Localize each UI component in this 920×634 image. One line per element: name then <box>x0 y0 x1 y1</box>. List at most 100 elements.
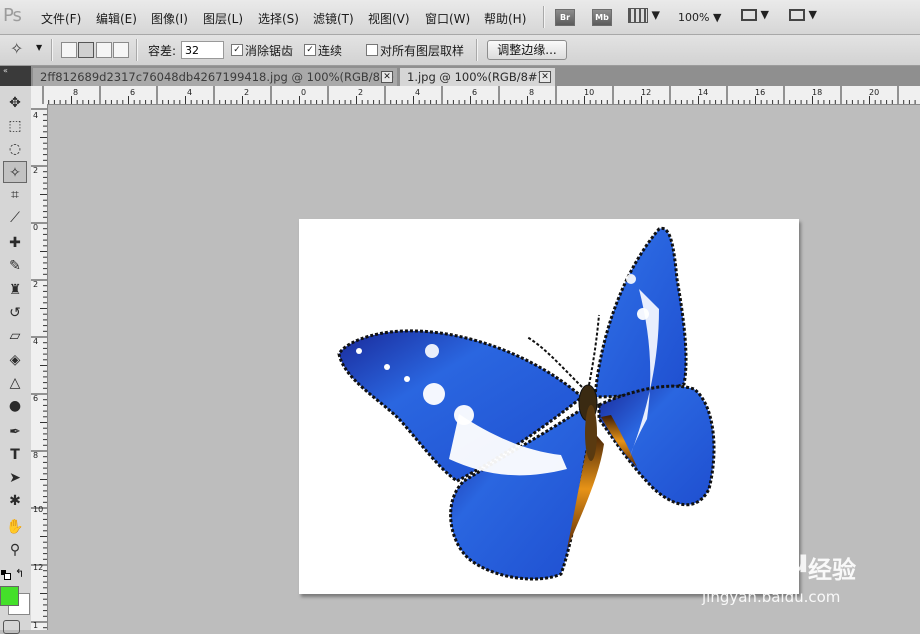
close-icon[interactable]: ✕ <box>539 71 551 83</box>
antialias-checkbox[interactable]: ✓ <box>231 44 243 56</box>
screen-mode-dropdown[interactable]: ▼ <box>789 8 817 21</box>
ruler-label: 8 <box>73 88 79 97</box>
brush-tool-icon[interactable]: ✎ <box>3 255 27 277</box>
ruler-label: 16 <box>755 88 766 97</box>
menu-layer[interactable]: 图层(L) <box>203 10 243 27</box>
menu-edit[interactable]: 编辑(E) <box>96 10 137 27</box>
antialias-label: 消除锯齿 <box>245 44 294 58</box>
ruler-label: 2 <box>33 280 39 289</box>
default-colors-icon[interactable] <box>1 570 11 580</box>
tab-title: 2ff812689d2317c76048db4267199418.jpg @ 1… <box>40 70 395 84</box>
collapse-arrows-icon: « <box>3 66 8 75</box>
clone-stamp-tool-icon[interactable]: ♜ <box>3 279 27 301</box>
sample-all-layers-label: 对所有图层取样 <box>380 44 465 58</box>
ruler-label: 12 <box>33 563 44 572</box>
view-extras-icon <box>628 8 648 23</box>
ruler-label: 0 <box>301 88 307 97</box>
baidu-logo: Bai du <box>700 542 809 580</box>
add-to-selection-mode-button[interactable] <box>78 42 94 58</box>
menu-bar: Ps 文件(F) 编辑(E) 图像(I) 图层(L) 选择(S) 滤镜(T) 视… <box>0 0 920 35</box>
zoom-tool-icon[interactable]: ⚲ <box>3 539 27 561</box>
panel-collapse-strip[interactable]: « <box>0 66 31 86</box>
options-separator <box>476 39 478 61</box>
dodge-tool-icon[interactable]: ● <box>3 395 27 417</box>
menu-filter[interactable]: 滤镜(T) <box>313 10 354 27</box>
tolerance-input[interactable] <box>181 41 224 59</box>
chevron-down-icon: ▼ <box>712 11 722 24</box>
vertical-ruler-ticks <box>31 108 47 629</box>
ruler-label: 4 <box>415 88 421 97</box>
tab-document-2[interactable]: 1.jpg @ 100%(RGB/8#) ✕ <box>400 68 555 86</box>
menu-file[interactable]: 文件(F) <box>41 10 81 27</box>
wing-spot <box>637 308 649 320</box>
menu-view[interactable]: 视图(V) <box>368 10 410 27</box>
document-tab-bar: « 2ff812689d2317c76048db4267199418.jpg @… <box>0 66 920 86</box>
type-tool-icon[interactable]: T <box>3 444 27 466</box>
contiguous-checkbox[interactable]: ✓ <box>304 44 316 56</box>
tab-document-1[interactable]: 2ff812689d2317c76048db4267199418.jpg @ 1… <box>33 68 397 86</box>
menu-select[interactable]: 选择(S) <box>258 10 299 27</box>
ruler-label: 8 <box>33 451 39 460</box>
eyedropper-tool-icon[interactable]: ⟋ <box>3 207 27 229</box>
history-brush-tool-icon[interactable]: ↺ <box>3 302 27 324</box>
ruler-label: 4 <box>33 111 39 120</box>
ruler-label: 6 <box>472 88 478 97</box>
menu-help[interactable]: 帮助(H) <box>484 10 526 27</box>
pen-tool-icon[interactable]: ✒ <box>3 421 27 443</box>
lasso-tool-icon[interactable]: ◌ <box>3 138 27 160</box>
photoshop-logo: Ps <box>3 5 22 26</box>
close-icon[interactable]: ✕ <box>381 71 393 83</box>
sample-all-layers-checkbox[interactable] <box>366 44 378 56</box>
crop-tool-icon[interactable]: ⌗ <box>3 184 27 206</box>
custom-shape-tool-icon[interactable]: ✱ <box>3 490 27 512</box>
intersect-selection-mode-button[interactable] <box>113 42 129 58</box>
ruler-label: 10 <box>33 505 44 514</box>
ruler-label: 6 <box>130 88 136 97</box>
screen-mode-icon <box>789 9 805 21</box>
chevron-down-icon[interactable]: ▼ <box>36 43 42 52</box>
watermark-url: jingyan.baidu.com <box>702 588 841 606</box>
eraser-tool-icon[interactable]: ▱ <box>3 325 27 347</box>
arrange-documents-dropdown[interactable]: ▼ <box>741 8 769 21</box>
move-tool-icon[interactable]: ✥ <box>3 92 27 114</box>
ruler-label: 10 <box>584 88 595 97</box>
toolbox: ✥ ⬚ ◌ ✧ ⌗ ⟋ ✚ ✎ ♜ ↺ ▱ ◈ △ ● ✒ T ➤ ✱ ✋ ⚲ … <box>0 86 32 634</box>
ruler-label: 4 <box>187 88 193 97</box>
horizontal-ruler: 8 6 4 2 0 2 4 6 8 10 12 14 16 18 20 <box>31 86 920 105</box>
marquee-tool-icon[interactable]: ⬚ <box>3 115 27 137</box>
ruler-label: 2 <box>33 166 39 175</box>
ruler-label: 14 <box>698 88 709 97</box>
options-separator <box>136 39 138 61</box>
ruler-label: 8 <box>529 88 535 97</box>
wing-spot <box>423 383 445 405</box>
options-separator <box>51 39 53 61</box>
paint-bucket-tool-icon[interactable]: ◈ <box>3 349 27 371</box>
foreground-color-swatch[interactable] <box>0 586 19 606</box>
blur-tool-icon[interactable]: △ <box>3 372 27 394</box>
magic-wand-preset-icon[interactable]: ✧ <box>10 39 23 58</box>
quick-mask-icon[interactable] <box>3 620 20 634</box>
zoom-level-dropdown[interactable]: 100% ▼ <box>678 11 721 24</box>
healing-brush-tool-icon[interactable]: ✚ <box>3 232 27 254</box>
wing-spot <box>356 348 362 354</box>
tool-options-bar: ✧ ▼ 容差: ✓ 消除锯齿 ✓ 连续 对所有图层取样 <box>0 35 920 66</box>
view-extras-dropdown[interactable]: ▼ <box>628 8 660 23</box>
mini-bridge-button[interactable]: Mb <box>592 9 612 26</box>
wing-spot <box>384 364 390 370</box>
wing-spot <box>626 274 636 284</box>
wing-spot <box>404 376 410 382</box>
chevron-down-icon: ▼ <box>760 8 769 21</box>
menu-window[interactable]: 窗口(W) <box>425 10 470 27</box>
menu-separator <box>543 6 545 28</box>
swap-colors-icon[interactable]: ↰ <box>15 567 24 580</box>
refine-edge-button[interactable]: 调整边缘... <box>487 40 567 60</box>
ruler-label: 20 <box>869 88 880 97</box>
ruler-label: 4 <box>33 337 39 346</box>
subtract-from-selection-mode-button[interactable] <box>96 42 112 58</box>
magic-wand-tool-icon[interactable]: ✧ <box>3 161 27 183</box>
new-selection-mode-button[interactable] <box>61 42 77 58</box>
hand-tool-icon[interactable]: ✋ <box>3 516 27 538</box>
bridge-button[interactable]: Br <box>555 9 575 26</box>
menu-image[interactable]: 图像(I) <box>151 10 188 27</box>
path-selection-tool-icon[interactable]: ➤ <box>3 467 27 489</box>
